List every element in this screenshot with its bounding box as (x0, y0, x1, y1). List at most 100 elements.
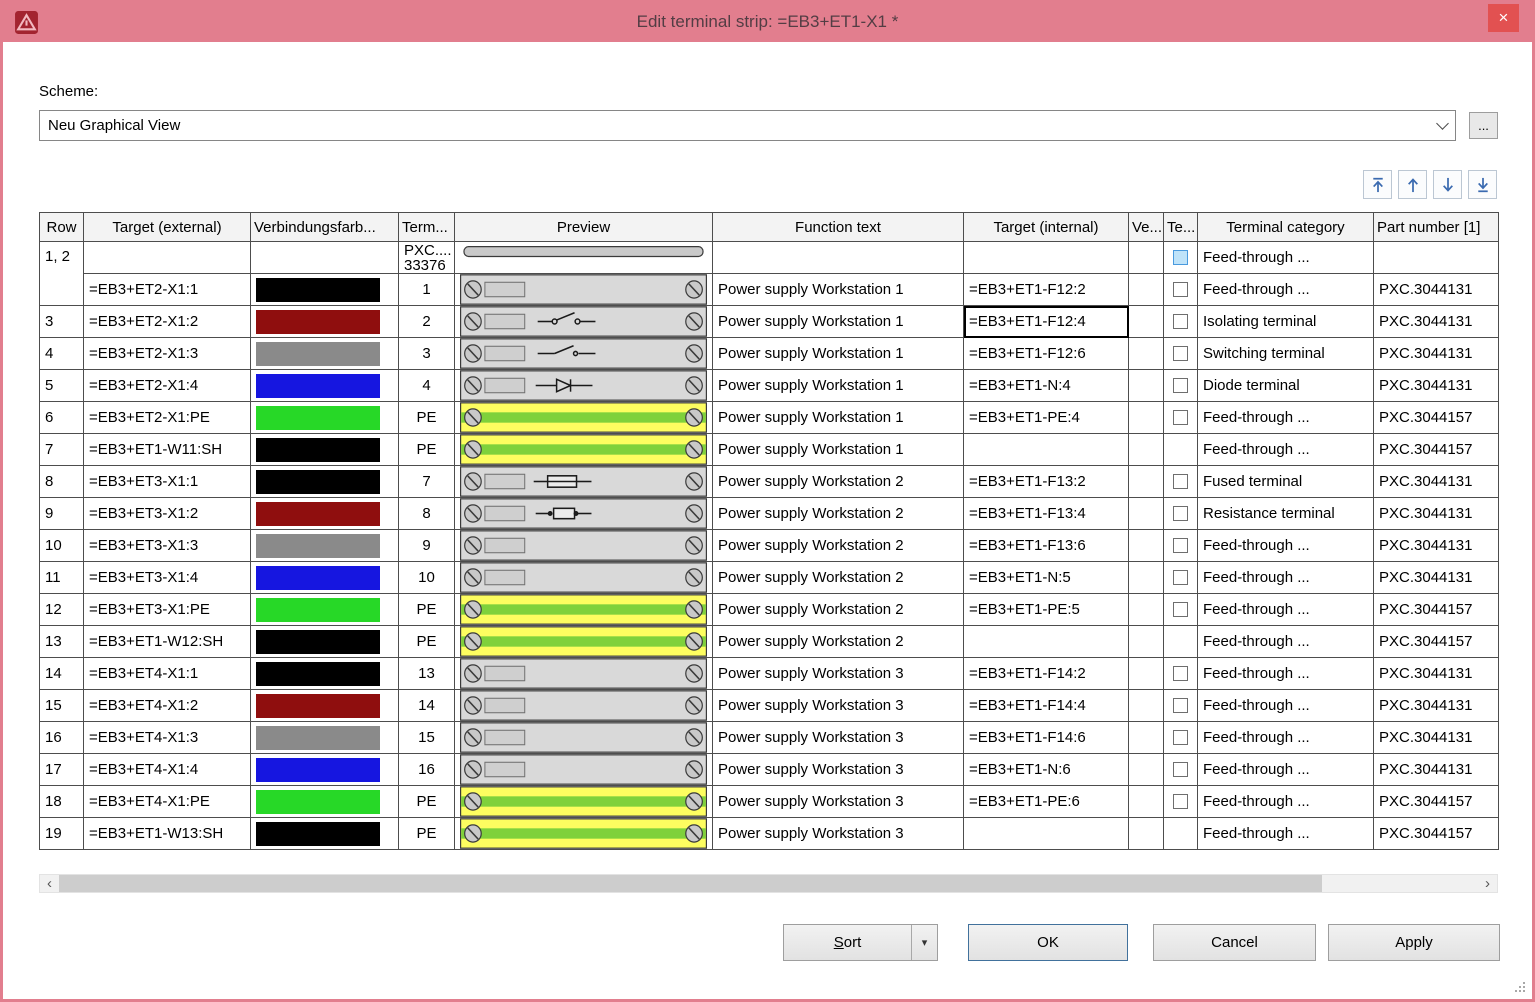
part-number-cell[interactable]: PXC.3044131 (1374, 274, 1499, 306)
col-header-part-number[interactable]: Part number [1] (1374, 213, 1499, 242)
target-external-cell[interactable]: =EB3+ET3-X1:PE (84, 594, 251, 626)
row-number-cell[interactable]: 1, 2 (40, 242, 84, 306)
target-internal-cell[interactable]: =EB3+ET1-N:6 (964, 754, 1129, 786)
row-number-cell[interactable]: 4 (40, 338, 84, 370)
connection-color-cell[interactable] (251, 786, 399, 818)
ve-cell[interactable] (1129, 498, 1164, 530)
col-header-te[interactable]: Te... (1164, 213, 1198, 242)
part-number-cell[interactable]: PXC.3044131 (1374, 722, 1499, 754)
row-number-cell[interactable]: 10 (40, 530, 84, 562)
te-checkbox-cell[interactable] (1164, 370, 1198, 402)
te-checkbox[interactable] (1173, 666, 1188, 681)
target-internal-cell[interactable] (964, 434, 1129, 466)
terminal-number-cell[interactable]: 7 (399, 466, 455, 498)
ve-cell[interactable] (1129, 690, 1164, 722)
te-checkbox[interactable] (1173, 602, 1188, 617)
row-number-cell[interactable]: 11 (40, 562, 84, 594)
target-internal-cell[interactable]: =EB3+ET1-F13:6 (964, 530, 1129, 562)
part-number-cell[interactable] (1374, 242, 1499, 274)
function-text-cell[interactable]: Power supply Workstation 1 (713, 306, 964, 338)
part-number-cell[interactable]: PXC.3044131 (1374, 306, 1499, 338)
ve-cell[interactable] (1129, 530, 1164, 562)
connection-color-cell[interactable] (251, 498, 399, 530)
cancel-button[interactable]: Cancel (1153, 924, 1316, 961)
terminal-category-cell[interactable]: Feed-through ... (1198, 658, 1374, 690)
row-number-cell[interactable]: 9 (40, 498, 84, 530)
col-header-terminal[interactable]: Term... (399, 213, 455, 242)
connection-color-cell[interactable] (251, 626, 399, 658)
target-external-cell[interactable]: =EB3+ET4-X1:4 (84, 754, 251, 786)
function-text-cell[interactable]: Power supply Workstation 3 (713, 658, 964, 690)
function-text-cell[interactable]: Power supply Workstation 3 (713, 722, 964, 754)
terminal-number-cell[interactable]: PE (399, 818, 455, 850)
target-internal-cell[interactable] (964, 818, 1129, 850)
target-external-cell[interactable]: =EB3+ET2-X1:2 (84, 306, 251, 338)
te-checkbox[interactable] (1173, 538, 1188, 553)
part-number-cell[interactable]: PXC.3044131 (1374, 466, 1499, 498)
part-number-cell[interactable]: PXC.3044157 (1374, 594, 1499, 626)
ve-cell[interactable] (1129, 754, 1164, 786)
move-to-last-button[interactable] (1468, 170, 1497, 199)
target-external-cell[interactable]: =EB3+ET2-X1:PE (84, 402, 251, 434)
connection-color-cell[interactable] (251, 722, 399, 754)
table-row[interactable]: 13 =EB3+ET1-W12:SH PE Power supply Works… (40, 626, 1499, 658)
terminal-category-cell[interactable]: Diode terminal (1198, 370, 1374, 402)
terminal-number-cell[interactable]: PE (399, 434, 455, 466)
part-number-cell[interactable]: PXC.3044157 (1374, 626, 1499, 658)
target-internal-cell[interactable]: =EB3+ET1-PE:6 (964, 786, 1129, 818)
table-row[interactable]: 10 =EB3+ET3-X1:3 9 Power supply Workstat… (40, 530, 1499, 562)
te-checkbox-cell[interactable] (1164, 818, 1198, 850)
table-row[interactable]: 19 =EB3+ET1-W13:SH PE Power supply Works… (40, 818, 1499, 850)
terminal-number-cell[interactable]: 8 (399, 498, 455, 530)
target-internal-cell[interactable]: =EB3+ET1-N:5 (964, 562, 1129, 594)
part-number-cell[interactable]: PXC.3044131 (1374, 530, 1499, 562)
target-external-cell[interactable]: =EB3+ET4-X1:1 (84, 658, 251, 690)
function-text-cell[interactable]: Power supply Workstation 3 (713, 690, 964, 722)
connection-color-cell[interactable] (251, 434, 399, 466)
terminal-number-cell[interactable]: 4 (399, 370, 455, 402)
target-internal-cell[interactable]: =EB3+ET1-PE:5 (964, 594, 1129, 626)
col-header-row[interactable]: Row (40, 213, 84, 242)
function-text-cell[interactable]: Power supply Workstation 1 (713, 434, 964, 466)
target-external-cell[interactable]: =EB3+ET1-W11:SH (84, 434, 251, 466)
part-number-cell[interactable]: PXC.3044157 (1374, 818, 1499, 850)
te-checkbox[interactable] (1173, 506, 1188, 521)
sort-dropdown-arrow-icon[interactable]: ▾ (912, 936, 937, 949)
row-number-cell[interactable]: 15 (40, 690, 84, 722)
terminal-category-cell[interactable]: Feed-through ... (1198, 434, 1374, 466)
te-checkbox-cell[interactable] (1164, 754, 1198, 786)
table-row[interactable]: 18 =EB3+ET4-X1:PE PE Power supply Workst… (40, 786, 1499, 818)
te-checkbox-cell[interactable] (1164, 690, 1198, 722)
te-checkbox[interactable] (1173, 730, 1188, 745)
te-checkbox[interactable] (1173, 282, 1188, 297)
function-text-cell[interactable] (713, 242, 964, 274)
terminal-category-cell[interactable]: Feed-through ... (1198, 274, 1374, 306)
te-checkbox[interactable] (1173, 570, 1188, 585)
table-row[interactable]: 5 =EB3+ET2-X1:4 4 Power supply Workstati… (40, 370, 1499, 402)
part-number-cell[interactable]: PXC.3044131 (1374, 754, 1499, 786)
target-internal-cell[interactable]: =EB3+ET1-F14:2 (964, 658, 1129, 690)
terminal-number-cell[interactable]: 16 (399, 754, 455, 786)
row-number-cell[interactable]: 17 (40, 754, 84, 786)
terminal-category-cell[interactable]: Switching terminal (1198, 338, 1374, 370)
col-header-target-external[interactable]: Target (external) (84, 213, 251, 242)
row-number-cell[interactable]: 3 (40, 306, 84, 338)
connection-color-cell[interactable] (251, 370, 399, 402)
table-row[interactable]: 11 =EB3+ET3-X1:4 10 Power supply Worksta… (40, 562, 1499, 594)
target-external-cell[interactable]: =EB3+ET1-W12:SH (84, 626, 251, 658)
connection-color-cell[interactable] (251, 658, 399, 690)
row-number-cell[interactable]: 12 (40, 594, 84, 626)
ve-cell[interactable] (1129, 562, 1164, 594)
te-checkbox-cell[interactable] (1164, 562, 1198, 594)
row-number-cell[interactable]: 5 (40, 370, 84, 402)
te-checkbox[interactable] (1173, 794, 1188, 809)
target-external-cell[interactable]: =EB3+ET4-X1:2 (84, 690, 251, 722)
row-number-cell[interactable]: 16 (40, 722, 84, 754)
terminal-number-cell[interactable]: PE (399, 626, 455, 658)
target-internal-cell[interactable] (964, 626, 1129, 658)
row-number-cell[interactable]: 14 (40, 658, 84, 690)
target-internal-cell[interactable]: =EB3+ET1-F12:4 (964, 306, 1129, 338)
table-row[interactable]: 15 =EB3+ET4-X1:2 14 Power supply Worksta… (40, 690, 1499, 722)
part-number-cell[interactable]: PXC.3044131 (1374, 498, 1499, 530)
terminal-category-cell[interactable]: Feed-through ... (1198, 530, 1374, 562)
